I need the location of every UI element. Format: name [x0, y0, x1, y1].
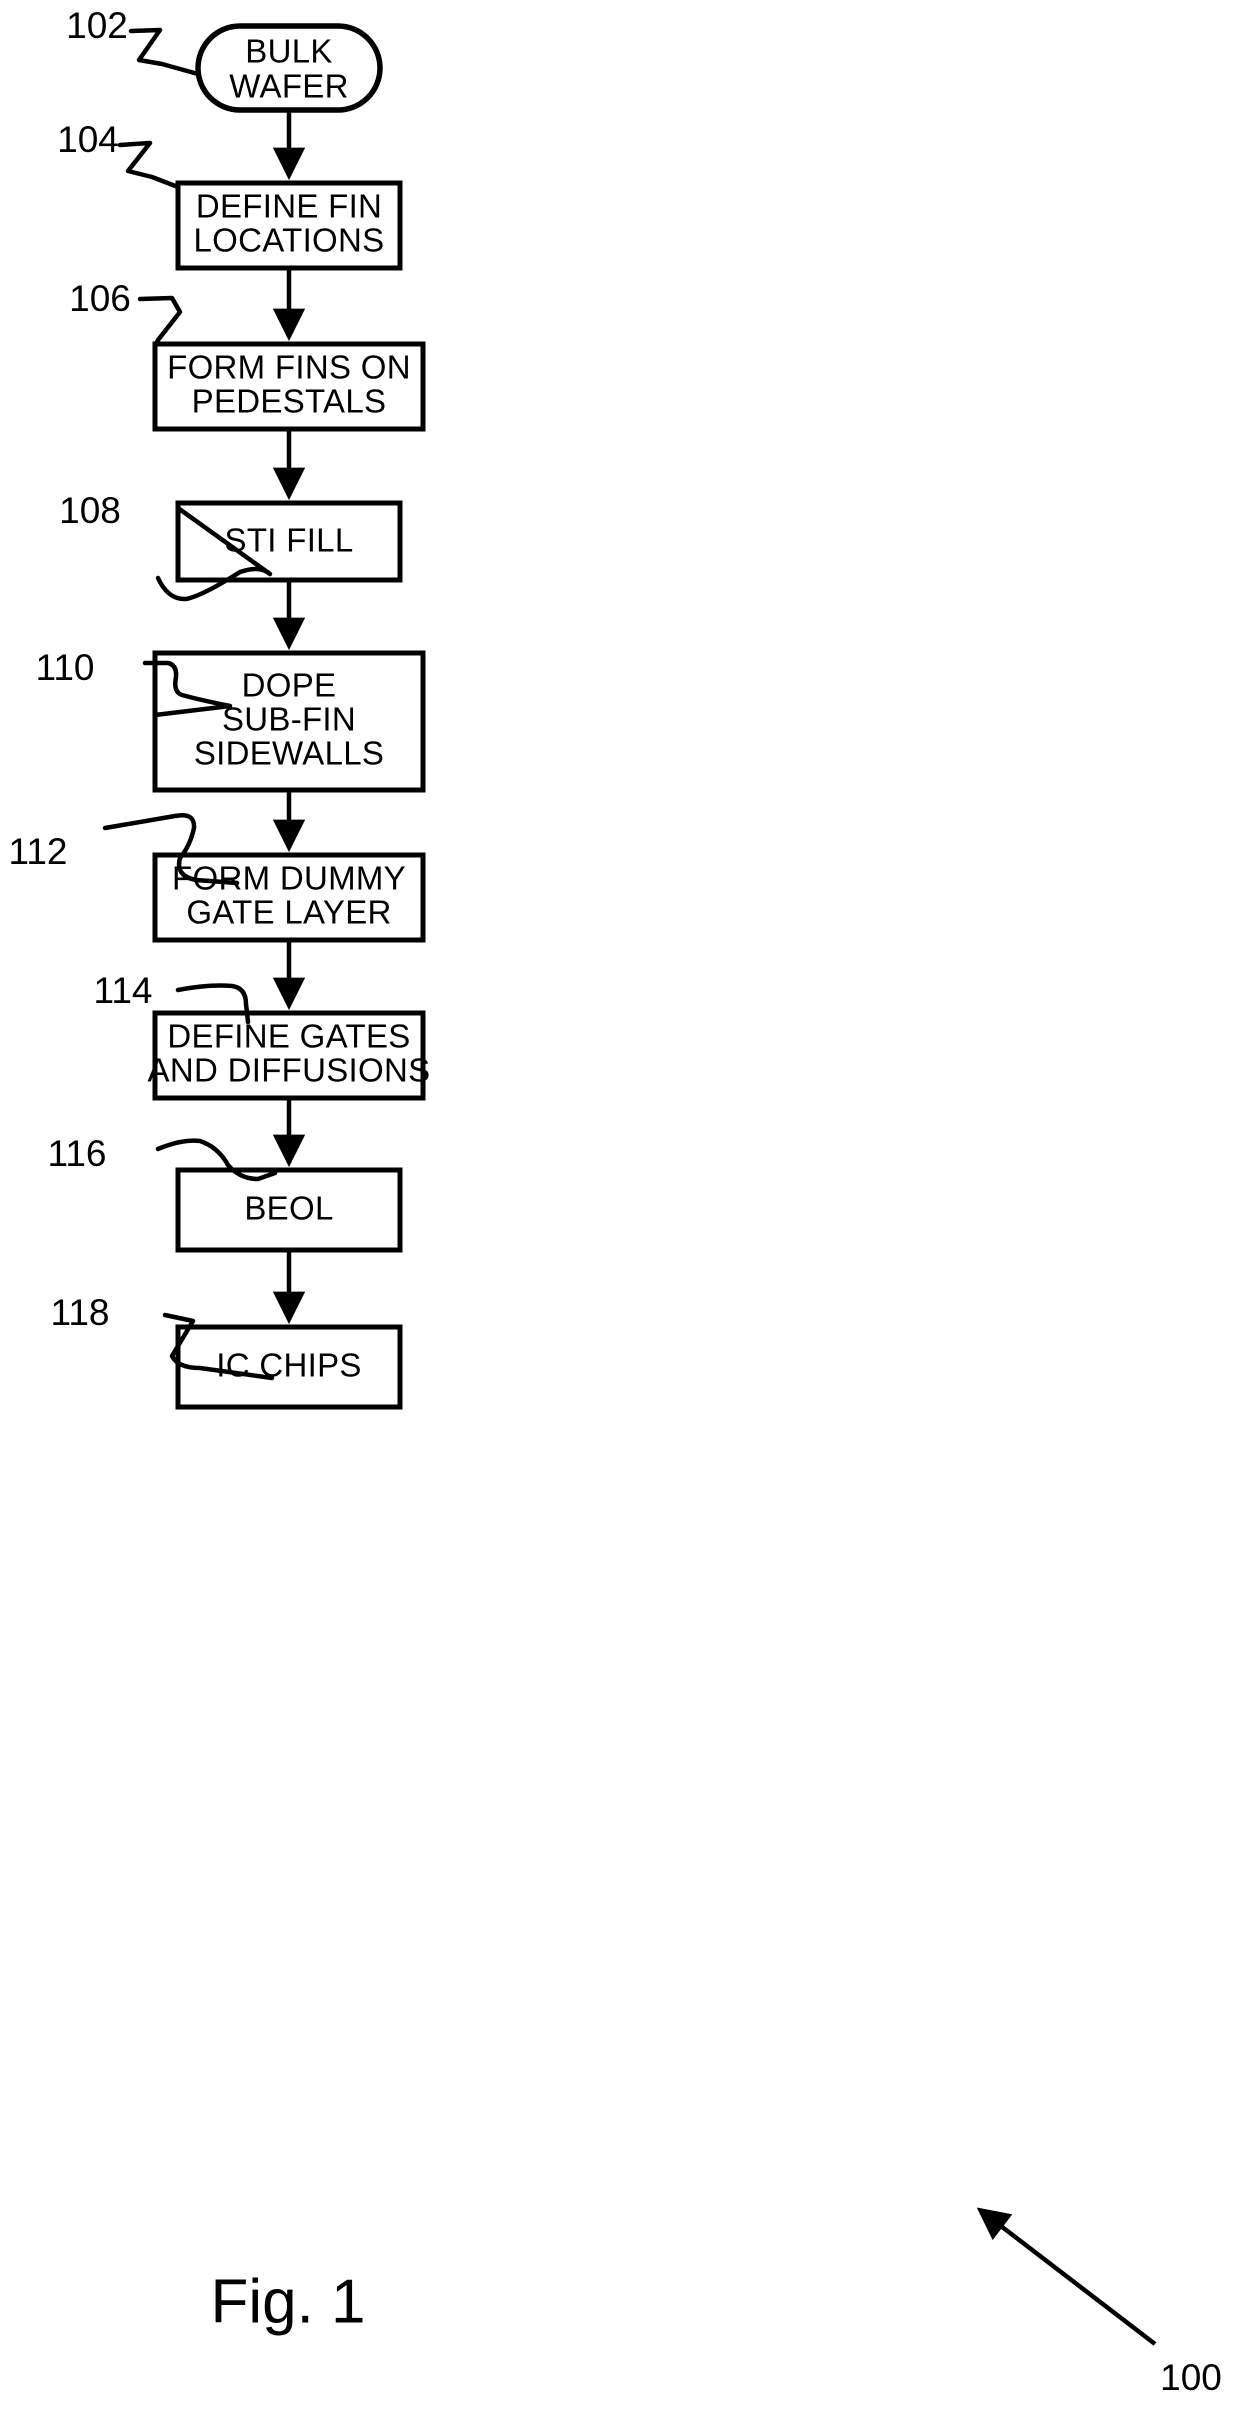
node-dope-sub-fin-sidewalls[interactable]: DOPE SUB-FIN SIDEWALLS: [152, 650, 426, 793]
bulk-wafer-label-line-1: BULK: [245, 33, 332, 70]
leader-line-106: [137, 295, 183, 349]
reference-numeral-108-text: 108: [59, 490, 121, 531]
define-fin-locations-label-line-2: LOCATIONS: [194, 222, 385, 259]
ic-chips-label-line-1: IC CHIPS: [216, 1347, 361, 1384]
reference-numeral-106-text: 106: [69, 278, 131, 319]
reference-numeral-114-text: 114: [94, 970, 153, 1011]
define-gates-and-diffusions-label-line-1: DEFINE GATES: [167, 1018, 410, 1055]
form-fins-on-pedestals-label-line-1: FORM FINS ON: [167, 349, 411, 386]
node-form-dummy-gate-layer[interactable]: FORM DUMMY GATE LAYER: [152, 852, 426, 943]
form-fins-on-pedestals-label-line-2: PEDESTALS: [192, 383, 387, 420]
node-ic-chips[interactable]: IC CHIPS: [175, 1324, 403, 1410]
bulk-wafer-label-line-2: WAFER: [229, 68, 348, 105]
patent-figure: BULK WAFER 102 DEFINE FIN LOCATIONS 104 …: [0, 0, 1240, 2414]
define-gates-and-diffusions-label-line-2: AND DIFFUSIONS: [148, 1052, 431, 1089]
node-bulk-wafer[interactable]: BULK WAFER: [195, 23, 383, 113]
node-define-fin-locations[interactable]: DEFINE FIN LOCATIONS: [175, 180, 403, 271]
reference-numeral-104-text: 104: [57, 119, 119, 160]
reference-numeral-116-text: 116: [48, 1133, 107, 1174]
reference-numeral-112-text: 112: [9, 831, 68, 872]
form-dummy-gate-layer-label-line-1: FORM DUMMY: [172, 860, 406, 897]
overall-reference-arrow: [976, 2207, 1157, 2346]
dope-sub-fin-sidewalls-label-line-2: SUB-FIN: [222, 701, 356, 738]
node-beol[interactable]: BEOL: [175, 1167, 403, 1253]
dope-sub-fin-sidewalls-label-line-1: DOPE: [242, 667, 337, 704]
form-dummy-gate-layer-label-line-2: GATE LAYER: [186, 894, 391, 931]
node-define-gates-and-diffusions[interactable]: DEFINE GATES AND DIFFUSIONS: [148, 1010, 431, 1101]
reference-numeral-102-text: 102: [66, 5, 128, 46]
reference-numeral-102: 102: [66, 5, 201, 77]
reference-numeral-104: 104: [57, 119, 181, 190]
overall-reference-pointer: 100: [976, 2207, 1222, 2398]
dope-sub-fin-sidewalls-label-line-3: SIDEWALLS: [194, 735, 384, 772]
figure-caption: Fig. 1: [210, 2267, 365, 2336]
leader-line-102: [128, 27, 201, 77]
node-form-fins-on-pedestals[interactable]: FORM FINS ON PEDESTALS: [152, 341, 426, 432]
reference-numeral-118-text: 118: [51, 1292, 110, 1333]
leader-line-104: [117, 140, 181, 190]
reference-numeral-106: 106: [69, 278, 183, 349]
flowchart-canvas: BULK WAFER 102 DEFINE FIN LOCATIONS 104 …: [9, 5, 1222, 2398]
beol-label-line-1: BEOL: [244, 1190, 333, 1227]
overall-reference-text: 100: [1160, 2357, 1222, 2398]
node-sti-fill[interactable]: STI FILL: [175, 500, 403, 583]
reference-numeral-110-text: 110: [36, 647, 95, 688]
define-fin-locations-label-line-1: DEFINE FIN: [196, 188, 382, 225]
